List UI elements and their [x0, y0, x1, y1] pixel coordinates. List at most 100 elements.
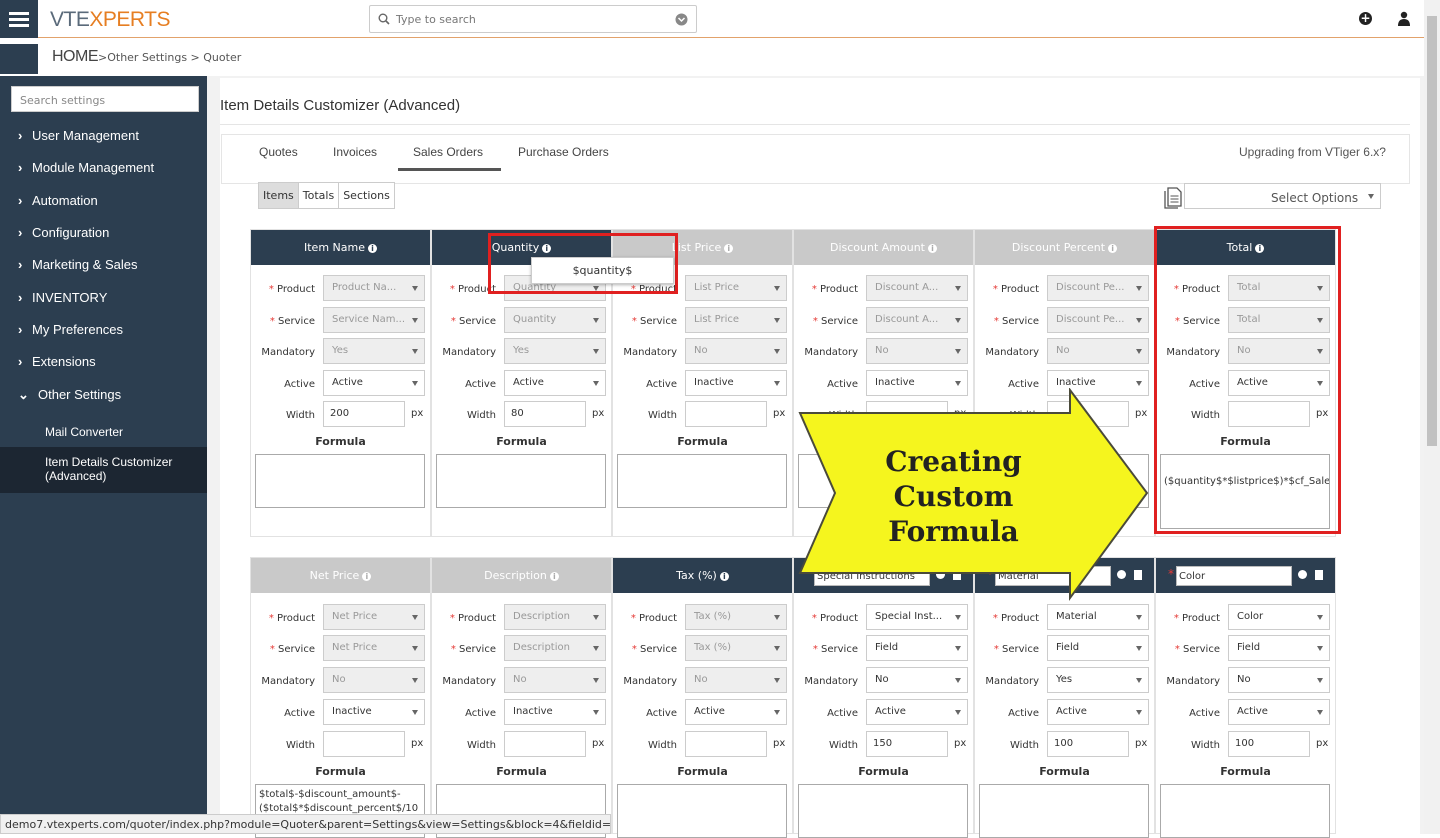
- sidebar-item-inventory[interactable]: › INVENTORY: [18, 290, 107, 305]
- tab-sales-orders[interactable]: Sales Orders: [413, 145, 483, 159]
- sidebar-subitem-mail-converter[interactable]: Mail Converter: [45, 425, 123, 439]
- product-select[interactable]: Color: [1228, 604, 1330, 630]
- formula-textarea[interactable]: [979, 784, 1149, 838]
- service-select[interactable]: Field: [1228, 635, 1330, 661]
- subtab-items[interactable]: Items: [259, 183, 299, 208]
- sidebar-item-user-management[interactable]: › User Management: [18, 128, 139, 143]
- mandatory-select[interactable]: No: [323, 667, 425, 693]
- mandatory-select[interactable]: Yes: [323, 338, 425, 364]
- sidebar-item-module-management[interactable]: › Module Management: [18, 160, 154, 175]
- width-input[interactable]: [504, 731, 586, 757]
- tab-quotes[interactable]: Quotes: [259, 145, 298, 159]
- service-select[interactable]: Field: [1047, 635, 1149, 661]
- active-select[interactable]: Active: [323, 370, 425, 396]
- trash-icon[interactable]: [1315, 570, 1323, 580]
- product-select[interactable]: Tax (%): [685, 604, 787, 630]
- active-label: Active: [284, 379, 315, 390]
- service-select[interactable]: Net Price: [323, 635, 425, 661]
- info-icon[interactable]: i: [724, 243, 734, 253]
- formula-textarea[interactable]: [1160, 784, 1330, 838]
- active-select[interactable]: Active: [685, 699, 787, 725]
- active-select[interactable]: Inactive: [685, 370, 787, 396]
- sidebar-subitem-item-details-customizer[interactable]: Item Details Customizer (Advanced): [45, 455, 195, 483]
- upgrade-link[interactable]: Upgrading from VTiger 6.x?: [1239, 145, 1386, 159]
- sidebar-item-my-preferences[interactable]: › My Preferences: [18, 322, 123, 337]
- width-input[interactable]: [685, 731, 767, 757]
- breadcrumb-home[interactable]: HOME: [52, 48, 99, 65]
- service-select[interactable]: Tax (%): [685, 635, 787, 661]
- product-select[interactable]: List Price: [685, 275, 787, 301]
- product-select[interactable]: Net Price: [323, 604, 425, 630]
- info-icon[interactable]: [1298, 570, 1307, 579]
- info-icon[interactable]: i: [549, 571, 559, 581]
- active-select[interactable]: Active: [866, 699, 968, 725]
- service-select[interactable]: Discount Pe...: [1047, 307, 1149, 333]
- chevron-down-circle-icon[interactable]: [675, 13, 688, 26]
- select-options-dropdown[interactable]: Select Options: [1184, 183, 1381, 209]
- mandatory-select[interactable]: No: [866, 338, 968, 364]
- quantity-variable-popup[interactable]: $quantity$: [531, 257, 674, 284]
- active-select[interactable]: Active: [504, 370, 606, 396]
- mandatory-select[interactable]: No: [1228, 667, 1330, 693]
- width-input[interactable]: 150: [866, 731, 948, 757]
- info-icon[interactable]: i: [928, 243, 937, 253]
- width-input[interactable]: 100: [1228, 731, 1310, 757]
- settings-search-input[interactable]: Search settings: [11, 86, 199, 112]
- scrollbar-thumb[interactable]: [1427, 16, 1437, 446]
- product-select[interactable]: Product Na...: [323, 275, 425, 301]
- add-icon[interactable]: +: [1359, 12, 1372, 25]
- sidebar-item-marketing-sales[interactable]: › Marketing & Sales: [18, 257, 138, 272]
- sidebar-item-configuration[interactable]: › Configuration: [18, 225, 109, 240]
- formula-textarea[interactable]: [436, 454, 606, 508]
- sidebar-item-extensions[interactable]: › Extensions: [18, 354, 96, 369]
- width-input[interactable]: [323, 731, 405, 757]
- mandatory-select[interactable]: Yes: [1047, 667, 1149, 693]
- width-input[interactable]: [685, 401, 767, 427]
- subtab-sections[interactable]: Sections: [339, 183, 394, 208]
- width-input[interactable]: 100: [1047, 731, 1129, 757]
- service-select[interactable]: Description: [504, 635, 606, 661]
- product-select[interactable]: Description: [504, 604, 606, 630]
- mandatory-select[interactable]: No: [866, 667, 968, 693]
- subtab-totals[interactable]: Totals: [299, 183, 340, 208]
- callout-text: Creating Custom Formula: [885, 445, 1022, 548]
- service-select[interactable]: Discount A...: [866, 307, 968, 333]
- formula-textarea[interactable]: [798, 784, 968, 838]
- breadcrumb-path[interactable]: >Other Settings > Quoter: [98, 51, 241, 64]
- active-select[interactable]: Inactive: [504, 699, 606, 725]
- active-select[interactable]: Active: [1228, 699, 1330, 725]
- active-select[interactable]: Inactive: [323, 699, 425, 725]
- info-icon[interactable]: i: [719, 571, 729, 581]
- menu-icon[interactable]: [0, 0, 38, 38]
- service-select[interactable]: List Price: [685, 307, 787, 333]
- service-select[interactable]: Field: [866, 635, 968, 661]
- mandatory-select[interactable]: No: [1047, 338, 1149, 364]
- product-select[interactable]: Discount Pe...: [1047, 275, 1149, 301]
- sidebar-item-automation[interactable]: › Automation: [18, 193, 98, 208]
- tab-invoices[interactable]: Invoices: [333, 145, 377, 159]
- brand-logo[interactable]: VTEXPERTS: [50, 8, 170, 32]
- mandatory-select[interactable]: No: [685, 338, 787, 364]
- mandatory-select[interactable]: No: [504, 667, 606, 693]
- formula-textarea[interactable]: [617, 784, 787, 838]
- width-input[interactable]: 80: [504, 401, 586, 427]
- product-select[interactable]: Discount A...: [866, 275, 968, 301]
- custom-field-name-input[interactable]: [1176, 566, 1292, 586]
- user-icon[interactable]: [1398, 11, 1410, 26]
- service-select[interactable]: Service Nam...: [323, 307, 425, 333]
- tab-purchase-orders[interactable]: Purchase Orders: [518, 145, 609, 159]
- width-label: Width: [466, 410, 496, 421]
- sidebar-item-other-settings[interactable]: ⌄ Other Settings: [18, 387, 121, 403]
- formula-textarea[interactable]: [617, 454, 787, 508]
- info-icon[interactable]: i: [368, 243, 377, 253]
- width-input[interactable]: 200: [323, 401, 405, 427]
- info-icon[interactable]: i: [1108, 243, 1118, 253]
- formula-textarea[interactable]: [255, 454, 425, 508]
- global-search-input[interactable]: Type to search: [369, 5, 697, 33]
- info-icon[interactable]: i: [362, 571, 372, 581]
- mandatory-select[interactable]: No: [685, 667, 787, 693]
- mandatory-select[interactable]: Yes: [504, 338, 606, 364]
- active-select[interactable]: Active: [1047, 699, 1149, 725]
- document-icon[interactable]: [1164, 187, 1182, 209]
- service-select[interactable]: Quantity: [504, 307, 606, 333]
